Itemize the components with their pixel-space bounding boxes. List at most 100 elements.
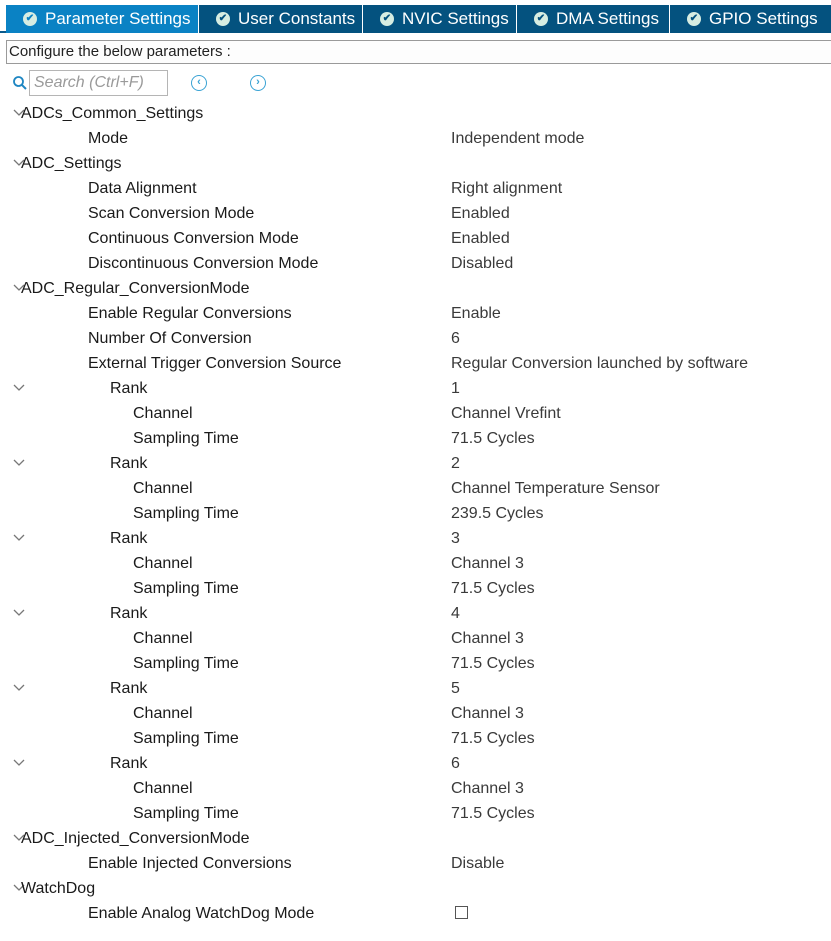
parameter-value[interactable]: Disabled	[451, 251, 513, 276]
tree-group-row[interactable]: ADC_Settings	[0, 151, 831, 176]
tree-row[interactable]: Rank 6	[0, 751, 831, 776]
tab-nvic-settings[interactable]: ✔ NVIC Settings	[363, 5, 517, 33]
chevron-down-icon[interactable]	[12, 383, 26, 393]
tree-row[interactable]: Sampling Time 71.5 Cycles	[0, 801, 831, 826]
check-circle-icon: ✔	[534, 12, 548, 26]
parameter-value[interactable]: 6	[451, 326, 460, 351]
parameter-label: Rank	[110, 605, 148, 622]
chevron-down-icon[interactable]	[12, 533, 26, 543]
tab-label: User Constants	[238, 9, 356, 28]
tree-row[interactable]: Rank 4	[0, 601, 831, 626]
tree-row[interactable]: Sampling Time 71.5 Cycles	[0, 426, 831, 451]
search-next-button[interactable]: ›	[250, 75, 266, 91]
search-previous-button[interactable]: ‹	[191, 75, 207, 91]
search-input[interactable]	[29, 70, 168, 96]
tree-row[interactable]: External Trigger Conversion Source Regula…	[0, 351, 831, 376]
parameter-value[interactable]: 71.5 Cycles	[451, 576, 535, 601]
tree-row[interactable]: Discontinuous Conversion Mode Disabled	[0, 251, 831, 276]
search-bar: ‹ ›	[0, 68, 831, 98]
parameter-label: Mode	[88, 130, 129, 147]
parameter-label: Channel	[133, 480, 193, 497]
tree-row[interactable]: Rank 5	[0, 676, 831, 701]
parameter-label: Rank	[110, 380, 148, 397]
chevron-down-icon[interactable]	[12, 758, 26, 768]
parameter-value[interactable]: Channel 3	[451, 551, 524, 576]
tree-row[interactable]: Continuous Conversion Mode Enabled	[0, 226, 831, 251]
tree-row[interactable]: Sampling Time 239.5 Cycles	[0, 501, 831, 526]
parameter-label: Rank	[110, 530, 148, 547]
tree-row[interactable]: Channel Channel 3	[0, 551, 831, 576]
parameter-label: Enable Injected Conversions	[88, 855, 292, 872]
analog-watchdog-checkbox[interactable]	[455, 906, 468, 919]
parameter-label: Enable Analog WatchDog Mode	[88, 905, 315, 922]
tree-group-row[interactable]: WatchDog	[0, 876, 831, 901]
tree-row[interactable]: Data Alignment Right alignment	[0, 176, 831, 201]
group-label: ADCs_Common_Settings	[21, 105, 204, 122]
tree-row[interactable]: Rank 3	[0, 526, 831, 551]
parameter-value[interactable]: 71.5 Cycles	[451, 651, 535, 676]
check-circle-icon: ✔	[216, 12, 230, 26]
parameter-label: Continuous Conversion Mode	[88, 230, 299, 247]
tab-dma-settings[interactable]: ✔ DMA Settings	[517, 5, 670, 33]
tree-group-row[interactable]: ADC_Regular_ConversionMode	[0, 276, 831, 301]
parameter-value[interactable]: Channel 3	[451, 626, 524, 651]
parameter-value[interactable]: 5	[451, 676, 460, 701]
tree-row[interactable]: Number Of Conversion 6	[0, 326, 831, 351]
parameter-label: Rank	[110, 680, 148, 697]
parameter-value[interactable]: 71.5 Cycles	[451, 801, 535, 826]
tab-user-constants[interactable]: ✔ User Constants	[199, 5, 363, 33]
tree-row[interactable]: Rank 2	[0, 451, 831, 476]
tree-row[interactable]: Rank 1	[0, 376, 831, 401]
parameter-label: Discontinuous Conversion Mode	[88, 255, 319, 272]
parameter-label: Channel	[133, 555, 193, 572]
parameter-label: Rank	[110, 755, 148, 772]
parameter-value[interactable]: 71.5 Cycles	[451, 426, 535, 451]
tree-row[interactable]: Enable Injected Conversions Disable	[0, 851, 831, 876]
tree-row[interactable]: Enable Regular Conversions Enable	[0, 301, 831, 326]
tree-row[interactable]: Channel Channel 3	[0, 626, 831, 651]
parameter-value[interactable]: Independent mode	[451, 126, 584, 151]
tree-row[interactable]: Channel Channel 3	[0, 776, 831, 801]
parameter-label: Number Of Conversion	[88, 330, 252, 347]
parameter-value[interactable]: Channel 3	[451, 776, 524, 801]
tree-group-row[interactable]: ADC_Injected_ConversionMode	[0, 826, 831, 851]
tree-row[interactable]: Channel Channel Vrefint	[0, 401, 831, 426]
parameter-value[interactable]: 239.5 Cycles	[451, 501, 544, 526]
tree-row[interactable]: Enable Analog WatchDog Mode	[0, 901, 831, 926]
parameter-value[interactable]: Enable	[451, 301, 501, 326]
parameter-value[interactable]: 2	[451, 451, 460, 476]
tree-row[interactable]: Sampling Time 71.5 Cycles	[0, 651, 831, 676]
tree-group-row[interactable]: ADCs_Common_Settings	[0, 101, 831, 126]
tab-gpio-settings[interactable]: ✔ GPIO Settings	[670, 5, 831, 33]
parameter-value[interactable]: Disable	[451, 851, 504, 876]
parameter-value[interactable]: Enabled	[451, 201, 510, 226]
tree-row[interactable]: Mode Independent mode	[0, 126, 831, 151]
parameter-label: Channel	[133, 630, 193, 647]
parameter-value[interactable]: Right alignment	[451, 176, 562, 201]
parameter-value[interactable]: 6	[451, 751, 460, 776]
parameter-label: Rank	[110, 455, 148, 472]
tab-parameter-settings[interactable]: ✔ Parameter Settings	[6, 5, 199, 33]
tree-row[interactable]: Scan Conversion Mode Enabled	[0, 201, 831, 226]
search-icon	[13, 76, 27, 90]
tree-row[interactable]: Sampling Time 71.5 Cycles	[0, 576, 831, 601]
group-label: ADC_Injected_ConversionMode	[21, 830, 250, 847]
parameter-value[interactable]: 1	[451, 376, 460, 401]
tree-row[interactable]: Channel Channel Temperature Sensor	[0, 476, 831, 501]
parameter-value[interactable]: Channel Vrefint	[451, 401, 561, 426]
tree-row[interactable]: Sampling Time 71.5 Cycles	[0, 726, 831, 751]
parameter-label: Sampling Time	[133, 805, 239, 822]
parameter-value[interactable]: 71.5 Cycles	[451, 726, 535, 751]
parameter-value[interactable]: Enabled	[451, 226, 510, 251]
parameter-value[interactable]: Regular Conversion launched by software	[451, 351, 748, 376]
parameter-value[interactable]: Channel 3	[451, 701, 524, 726]
parameter-value[interactable]: 3	[451, 526, 460, 551]
parameter-value[interactable]: Channel Temperature Sensor	[451, 476, 660, 501]
tree-row[interactable]: Channel Channel 3	[0, 701, 831, 726]
chevron-down-icon[interactable]	[12, 608, 26, 618]
chevron-down-icon[interactable]	[12, 458, 26, 468]
group-label: ADC_Settings	[21, 155, 122, 172]
group-label: ADC_Regular_ConversionMode	[21, 280, 250, 297]
parameter-value[interactable]: 4	[451, 601, 460, 626]
chevron-down-icon[interactable]	[12, 683, 26, 693]
